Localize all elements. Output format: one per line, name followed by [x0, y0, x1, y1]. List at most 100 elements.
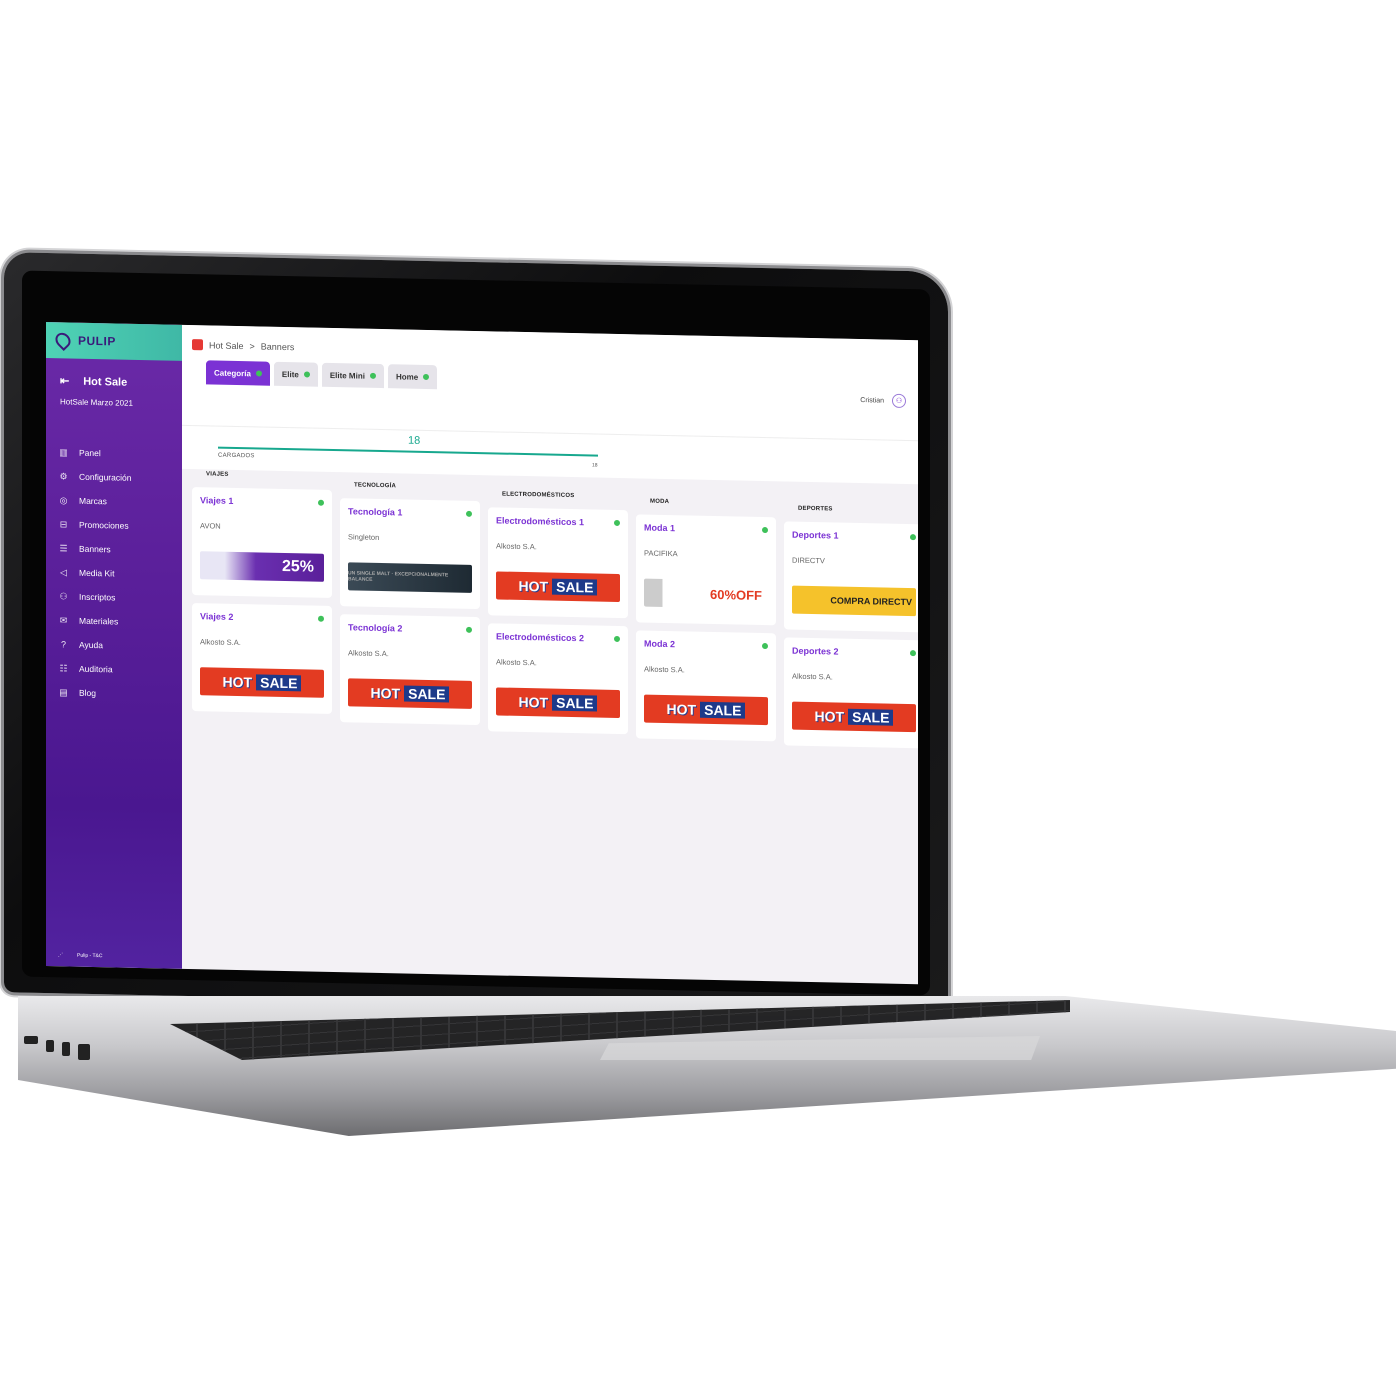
breadcrumb-current: Banners [260, 340, 295, 352]
sidebar-nav: ▥ Panel ⚙ Configuración ◎ Marcas ⊟ Promociones ☰… [46, 440, 182, 707]
sidebar-item-inscriptos[interactable]: ⚇ Inscriptos [46, 584, 182, 611]
status-dot [614, 635, 620, 643]
banner-card[interactable]: Tecnología 1 Singleton UN SINGLE MALT · … [340, 498, 480, 610]
banner-preview[interactable]: HOT SALE [644, 694, 768, 726]
card-title[interactable]: Moda 1 [644, 523, 768, 536]
side-ports [20, 1030, 100, 1064]
card-brand: Alkosto S.A. [792, 671, 833, 682]
collapse-sidebar-icon[interactable]: ⇤ [60, 374, 69, 387]
category-column: DEPORTES Deportes 1 DIRECTV COMPRA DIREC… [784, 505, 918, 760]
tab-elite-mini[interactable]: Elite Mini [321, 362, 384, 389]
counter-label: CARGADOS [218, 452, 255, 460]
banner-card[interactable]: Electrodomésticos 1 Alkosto S.A. HOT SALE [488, 507, 628, 619]
megaphone-icon: ◁ [60, 566, 67, 577]
status-dot [910, 650, 916, 657]
sidebar-item-label: Blog [79, 687, 97, 699]
banner-card[interactable]: Moda 1 PACIFIKA 60%OFF [636, 514, 776, 626]
sidebar-item-auditoria[interactable]: ☷ Auditoria [46, 656, 182, 683]
progress-bar-fill [218, 446, 598, 457]
breadcrumb-root[interactable]: Hot Sale [209, 340, 244, 351]
banner-card[interactable]: Viajes 2 Alkosto S.A. HOT SALE [192, 603, 332, 714]
category-column: ELECTRODOMÉSTICOS Electrodomésticos 1 Al… [488, 491, 628, 754]
banner-card[interactable]: Electrodomésticos 2 Alkosto S.A. HOT SALE [488, 623, 628, 735]
banner-preview[interactable]: 60%OFF [644, 578, 768, 610]
tab-label: Elite [281, 369, 299, 379]
card-brand: Alkosto S.A. [496, 541, 537, 552]
banner-preview[interactable]: HOT SALE [792, 701, 916, 733]
user-avatar-icon[interactable]: ⚇ [892, 393, 906, 409]
tab-label: Elite Mini [329, 370, 365, 381]
status-dot [466, 510, 472, 517]
card-title[interactable]: Viajes 2 [200, 611, 324, 624]
card-title[interactable]: Electrodomésticos 1 [496, 515, 620, 528]
card-brand: Alkosto S.A. [348, 648, 389, 659]
card-title[interactable]: Deportes 1 [792, 530, 916, 543]
banner-preview[interactable]: 25% [200, 551, 324, 582]
card-title[interactable]: Viajes 1 [200, 495, 324, 508]
sidebar-item-label: Banners [79, 543, 111, 555]
footer-label[interactable]: Pulip - T&C [77, 953, 102, 960]
tab-label: Categoría [214, 368, 251, 378]
card-title[interactable]: Deportes 2 [792, 646, 916, 659]
user-menu[interactable]: Cristian ⚇ [860, 393, 906, 409]
breadcrumb-separator: > [249, 340, 255, 351]
event-title-row: ⇤ Hot Sale [46, 358, 182, 390]
category-grid: VIAJES Viajes 1 AVON 25% Viajes 2 Alkost… [192, 471, 918, 760]
card-brand: Alkosto S.A. [200, 637, 241, 648]
status-dot [762, 642, 768, 650]
card-brand: PACIFIKA [644, 548, 678, 559]
sidebar-item-banners[interactable]: ☰ Banners [46, 536, 182, 563]
card-title[interactable]: Tecnología 2 [348, 622, 472, 635]
blog-icon: ▤ [59, 686, 68, 697]
card-title[interactable]: Tecnología 1 [348, 506, 472, 519]
status-dot [423, 373, 430, 381]
banner-card[interactable]: Deportes 2 Alkosto S.A. HOT SALE [784, 637, 918, 749]
sidebar-item-label: Panel [79, 447, 101, 459]
card-title[interactable]: Moda 2 [644, 639, 768, 652]
gear-icon: ⚙ [59, 470, 68, 481]
help-icon: ? [60, 639, 66, 650]
banner-card[interactable]: Tecnología 2 Alkosto S.A. HOT SALE [340, 614, 480, 726]
percent-icon: ⊟ [59, 518, 68, 529]
sidebar-item-panel[interactable]: ▥ Panel [46, 440, 182, 467]
sidebar-item-promociones[interactable]: ⊟ Promociones [46, 512, 182, 539]
status-dot [255, 370, 262, 377]
banner-preview[interactable]: HOT SALE [348, 678, 472, 709]
sidebar-item-media-kit[interactable]: ◁ Media Kit [46, 560, 182, 587]
badge-icon: ◎ [59, 494, 68, 505]
tab-elite[interactable]: Elite [273, 361, 318, 387]
progress-bar [218, 446, 598, 457]
tab-categoría[interactable]: Categoría [206, 360, 270, 386]
sidebar-item-materiales[interactable]: ✉ Materiales [46, 608, 182, 635]
chart-icon: ▥ [59, 446, 68, 457]
sidebar-item-ayuda[interactable]: ? Ayuda [46, 632, 182, 659]
sidebar-item-label: Media Kit [79, 567, 115, 579]
card-brand: Alkosto S.A. [644, 664, 685, 675]
banner-preview[interactable]: HOT SALE [200, 667, 324, 698]
banner-card[interactable]: Moda 2 Alkosto S.A. HOT SALE [636, 630, 776, 742]
status-dot [303, 371, 310, 378]
banner-preview[interactable]: UN SINGLE MALT · EXCEPCIONALMENTE BALANC… [348, 562, 472, 593]
brand-header: PULIP [46, 322, 182, 361]
sidebar-item-label: Configuración [79, 471, 132, 483]
banner-preview[interactable]: HOT SALE [496, 571, 620, 603]
brand-name: PULIP [78, 333, 116, 349]
category-column: MODA Moda 1 PACIFIKA 60%OFF Moda 2 Alkos… [636, 498, 776, 757]
banner-preview[interactable]: HOT SALE [496, 687, 620, 719]
status-dot [762, 526, 768, 534]
sidebar-item-blog[interactable]: ▤ Blog [46, 680, 182, 707]
card-brand: Alkosto S.A. [496, 657, 537, 668]
sidebar: PULIP ⇤ Hot Sale HotSale Marzo 2021 ▥ Pan… [46, 322, 182, 969]
status-dot [318, 499, 324, 506]
banner-card[interactable]: Deportes 1 DIRECTV COMPRA DIRECTV [784, 521, 918, 633]
sidebar-item-label: Marcas [79, 495, 107, 507]
hotsale-logo-icon [192, 339, 203, 351]
user-name: Cristian [860, 396, 884, 405]
banner-card[interactable]: Viajes 1 AVON 25% [192, 487, 332, 598]
sidebar-item-configuración[interactable]: ⚙ Configuración [46, 464, 182, 491]
card-title[interactable]: Electrodomésticos 2 [496, 631, 620, 644]
tab-home[interactable]: Home [387, 364, 438, 390]
sidebar-item-marcas[interactable]: ◎ Marcas [46, 488, 182, 515]
banner-preview[interactable]: COMPRA DIRECTV [792, 585, 916, 617]
category-column: VIAJES Viajes 1 AVON 25% Viajes 2 Alkost… [192, 471, 332, 748]
